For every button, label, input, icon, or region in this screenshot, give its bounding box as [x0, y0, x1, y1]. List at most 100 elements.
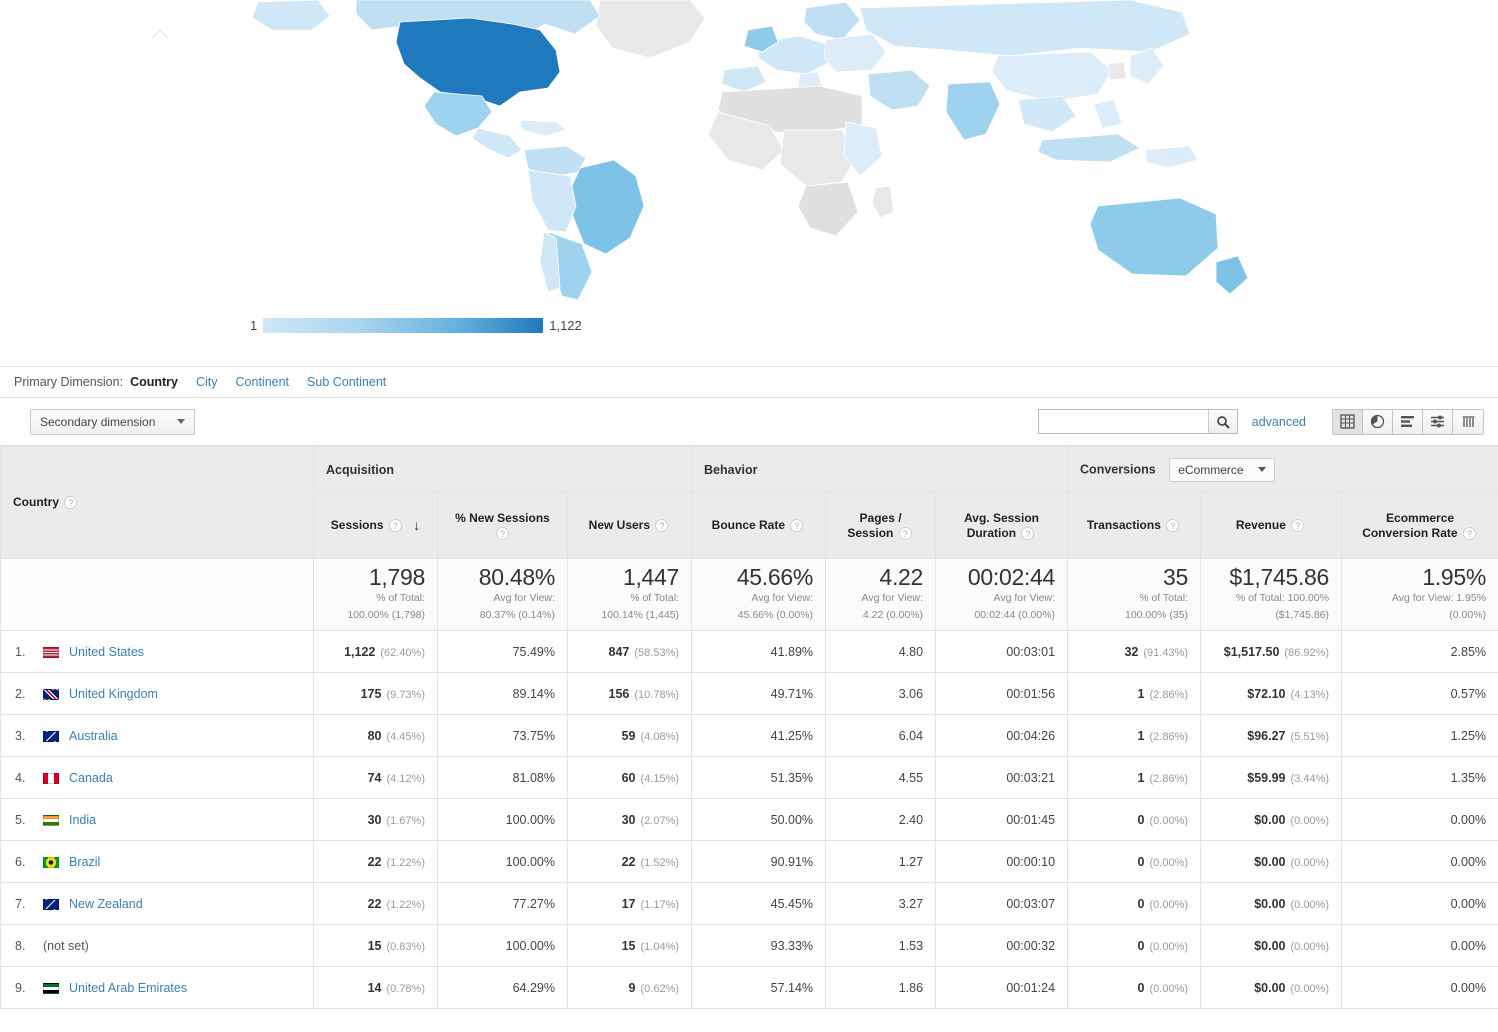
cell-bounce-rate: 41.89%	[691, 630, 827, 673]
country-link[interactable]: Brazil	[69, 855, 100, 869]
pie-chart-view-icon[interactable]	[1363, 409, 1393, 434]
table-row[interactable]: 4. Canada 74 (4.12%) 81.08% 60 (4.15%) 51.35% 4.…	[0, 756, 1498, 799]
help-icon[interactable]: ?	[1166, 519, 1180, 533]
country-link[interactable]: United Arab Emirates	[69, 981, 187, 995]
summary-cell-new-sessions-pct: 80.48% Avg for View: 80.37% (0.14%)	[437, 558, 568, 631]
comparison-view-icon[interactable]	[1423, 409, 1453, 434]
metric-value: 59	[621, 728, 636, 743]
primary-dimension-continent[interactable]: Continent	[236, 375, 290, 389]
metric-value: 60	[621, 770, 636, 785]
column-header-new-sessions-pct[interactable]: % New Sessions ?	[437, 492, 568, 559]
metric-percent: (0.83%)	[386, 940, 425, 953]
metric-value: 4.55	[898, 770, 924, 785]
help-icon[interactable]: ?	[1291, 519, 1305, 533]
metric-value: 49.71%	[770, 686, 814, 701]
world-map-svg[interactable]	[0, 0, 1498, 366]
cell-revenue: $0.00 (0.00%)	[1200, 924, 1343, 967]
column-header-new-users[interactable]: New Users ?	[566, 492, 693, 559]
column-header-revenue[interactable]: Revenue ?	[1200, 492, 1343, 559]
search-button[interactable]	[1207, 410, 1237, 433]
secondary-dimension-dropdown[interactable]: Secondary dimension	[30, 408, 196, 435]
metric-value: 0.00%	[1450, 938, 1487, 953]
metric-value: 57.14%	[770, 980, 814, 995]
group-header-conversions: Conversions eCommerce	[1067, 446, 1498, 493]
country-link[interactable]: United States	[69, 645, 144, 659]
search-input[interactable]	[1038, 410, 1208, 433]
metric-percent: (1.67%)	[386, 814, 425, 827]
table-view-icon[interactable]	[1333, 409, 1363, 434]
metric-value: 15	[367, 938, 382, 953]
table-search-box[interactable]	[1037, 409, 1238, 434]
advanced-filter-link[interactable]: advanced	[1252, 415, 1306, 429]
metric-value: $0.00	[1254, 812, 1286, 827]
metric-value: 0	[1137, 854, 1145, 869]
metric-percent: (2.86%)	[1149, 688, 1189, 701]
column-header-transactions[interactable]: Transactions ?	[1067, 492, 1202, 559]
pivot-view-icon[interactable]	[1453, 409, 1483, 434]
column-header-bounce-rate[interactable]: Bounce Rate ?	[691, 492, 827, 559]
primary-dimension-sub-continent[interactable]: Sub Continent	[307, 375, 386, 389]
metric-value: $0.00	[1254, 980, 1286, 995]
help-icon[interactable]: ?	[790, 519, 804, 533]
country-link[interactable]: New Zealand	[69, 897, 143, 911]
country-link[interactable]: United Kingdom	[69, 687, 158, 701]
summary-cell-ecommerce-conversion-rate: 1.95% Avg for View: 1.95% (0.00%)	[1341, 558, 1498, 631]
cell-bounce-rate: 51.35%	[691, 756, 827, 799]
cell-sessions: 74 (4.12%)	[313, 756, 438, 799]
cell-pages-session: 2.40	[825, 798, 937, 841]
table-row[interactable]: 8. (not set) 15 (0.83%) 100.00% 15 (1.04%) 93.3…	[0, 924, 1498, 967]
primary-dimension-city[interactable]: City	[196, 375, 218, 389]
country-dimension-header[interactable]: Country ?	[0, 446, 314, 559]
view-type-toggle-group	[1332, 408, 1484, 435]
help-icon[interactable]: ?	[496, 526, 509, 540]
help-icon[interactable]: ?	[388, 519, 402, 532]
metric-value: 73.75%	[512, 728, 555, 743]
summary-cell-sessions: 1,798 % of Total: 100.00% (1,798)	[313, 558, 438, 631]
country-link[interactable]: Canada	[69, 771, 113, 785]
cell-new-sessions-pct: 73.75%	[437, 714, 568, 757]
sort-descending-icon[interactable]: ↓	[413, 517, 420, 535]
summary-value: 35	[1163, 564, 1189, 591]
table-row[interactable]: 5. India 30 (1.67%) 100.00% 30 (2.07%) 50.00% 2.…	[0, 798, 1498, 841]
cell-avg-session-duration: 00:01:45	[935, 798, 1069, 841]
country-link[interactable]: Australia	[69, 729, 118, 743]
table-row[interactable]: 6. Brazil 22 (1.22%) 100.00% 22 (1.52%) 90.91% 1…	[0, 840, 1498, 883]
performance-view-icon[interactable]	[1393, 409, 1423, 434]
primary-dimension-country[interactable]: Country	[130, 375, 178, 389]
conversions-goal-select[interactable]: eCommerce	[1169, 457, 1275, 482]
column-header-pages-session[interactable]: Pages / Session ?	[825, 492, 937, 559]
table-row[interactable]: 3. Australia 80 (4.45%) 73.75% 59 (4.08%) 41.25…	[0, 714, 1498, 757]
metric-value: 15	[621, 938, 636, 953]
column-header-ecommerce-conversion-rate[interactable]: Ecommerce Conversion Rate ?	[1341, 492, 1498, 559]
cell-avg-session-duration: 00:03:01	[935, 630, 1069, 673]
cell-revenue: $0.00 (0.00%)	[1200, 798, 1343, 841]
metric-percent: (91.43%)	[1143, 646, 1189, 659]
table-row[interactable]: 2. United Kingdom 175 (9.73%) 89.14% 156 (10.7…	[0, 672, 1498, 715]
cell-bounce-rate: 57.14%	[691, 966, 827, 1009]
region-korea	[1107, 61, 1127, 81]
country-link[interactable]: India	[69, 813, 96, 827]
metric-value: $59.99	[1247, 770, 1286, 785]
help-icon[interactable]: ?	[898, 526, 912, 540]
metric-value: $0.00	[1254, 854, 1286, 869]
column-header-sessions[interactable]: Sessions ? ↓	[313, 492, 438, 559]
help-icon[interactable]: ?	[1462, 526, 1476, 540]
metric-value: 41.25%	[770, 728, 814, 743]
metric-value: 00:01:24	[1006, 980, 1056, 995]
help-icon[interactable]: ?	[1021, 526, 1035, 540]
metric-value: $0.00	[1254, 896, 1286, 911]
cell-transactions: 0 (0.00%)	[1067, 840, 1202, 883]
column-header-avg-session-duration[interactable]: Avg. Session Duration ?	[935, 492, 1069, 559]
country-cell: 8. (not set)	[0, 924, 314, 967]
table-row[interactable]: 7. New Zealand 22 (1.22%) 77.27% 17 (1.17%) 45.…	[0, 882, 1498, 925]
legend-max-value: 1,122	[549, 318, 582, 333]
metric-value: $96.27	[1247, 728, 1286, 743]
metric-percent: (0.00%)	[1149, 982, 1189, 995]
summary-sub-2: 100.00% (35)	[1124, 608, 1189, 621]
table-row[interactable]: 1. United States 1,122 (62.40%) 75.49% 847 (58…	[0, 630, 1498, 673]
table-row[interactable]: 9. United Arab Emirates 14 (0.78%) 64.29% 9 (0…	[0, 966, 1498, 1009]
help-icon[interactable]: ?	[655, 519, 669, 533]
cell-revenue: $1,517.50 (86.92%)	[1200, 630, 1343, 673]
help-icon[interactable]: ?	[64, 496, 78, 510]
metric-percent: (1.22%)	[386, 898, 425, 911]
